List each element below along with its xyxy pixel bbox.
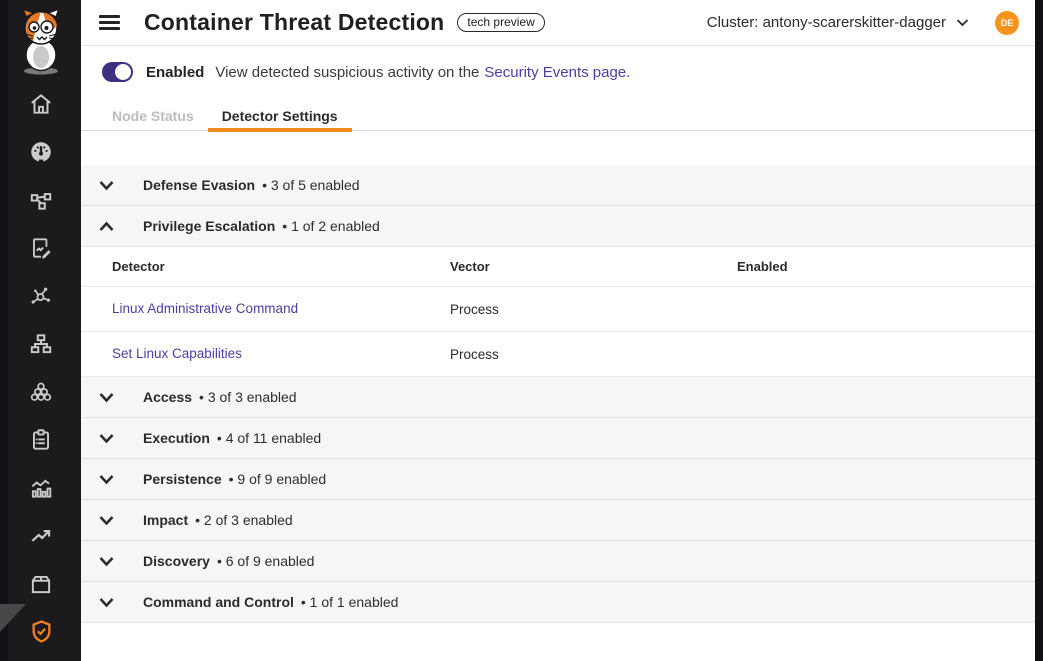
cat-logo-image [13,7,69,77]
page-title: Container Threat Detection [144,9,444,36]
column-header-detector: Detector [81,259,450,274]
vector-value: Process [450,347,737,362]
table-row: Linux Administrative Command Process [81,287,1035,332]
section-command-and-control[interactable]: Command and Control • 1 of 1 enabled [81,582,1035,623]
section-title: Persistence [143,471,222,487]
tab-detector-settings[interactable]: Detector Settings [208,100,352,131]
chevron-down-icon [98,391,115,404]
toggle-knob [739,311,754,326]
chevron-down-icon [956,18,969,27]
trending-up-icon [28,523,54,549]
enabled-row: Enabled View detected suspicious activit… [102,62,630,82]
detector-accordion: Defense Evasion • 3 of 5 enabled Privile… [81,165,1035,623]
section-title: Impact [143,512,188,528]
section-execution[interactable]: Execution • 4 of 11 enabled [81,418,1035,459]
analytics-icon [28,475,54,501]
enabled-label: Enabled [146,64,204,81]
column-header-enabled: Enabled [737,259,1035,274]
chevron-down-icon [98,473,115,486]
column-header-vector: Vector [450,259,737,274]
tech-preview-badge: tech preview [457,13,544,32]
home-icon [28,91,54,117]
top-header: Container Threat Detection tech preview … [81,0,1035,46]
header-right: Cluster: antony-scarerskitter-dagger DE [707,11,1019,35]
section-summary: • 9 of 9 enabled [229,471,327,487]
section-privilege-escalation[interactable]: Privilege Escalation • 1 of 2 enabled [81,206,1035,247]
section-defense-evasion[interactable]: Defense Evasion • 3 of 5 enabled [81,165,1035,206]
vector-value: Process [450,302,737,317]
section-discovery[interactable]: Discovery • 6 of 9 enabled [81,541,1035,582]
detector-link-set-linux-capabilities[interactable]: Set Linux Capabilities [112,346,242,361]
security-events-link[interactable]: Security Events page. [484,64,630,81]
gauge-icon [28,139,54,165]
cluster-selector[interactable]: Cluster: antony-scarerskitter-dagger [707,14,969,31]
chevron-down-icon [98,514,115,527]
chevron-down-icon [98,555,115,568]
detector-table-header: Detector Vector Enabled [81,247,1035,287]
sidebar-item-stacked-circles[interactable] [21,372,61,412]
chevron-up-icon [98,220,115,233]
tab-bar: Node Status Detector Settings [81,100,1035,131]
sidebar-item-sitemap[interactable] [21,324,61,364]
section-summary: • 3 of 5 enabled [262,177,360,193]
tab-node-status[interactable]: Node Status [98,100,208,131]
section-title: Privilege Escalation [143,218,275,234]
section-impact[interactable]: Impact • 2 of 3 enabled [81,500,1035,541]
hamburger-icon [99,15,120,18]
chevron-down-icon [98,179,115,192]
sidebar-item-node-graph[interactable] [21,180,61,220]
section-title: Discovery [143,553,210,569]
menu-button[interactable] [99,15,120,30]
shield-check-icon [28,618,55,645]
section-title: Command and Control [143,594,294,610]
section-title: Execution [143,430,210,446]
left-edge-strip [0,0,8,661]
cluster-selector-label: Cluster: antony-scarerskitter-dagger [707,14,946,31]
sidebar-item-home[interactable] [21,84,61,124]
stacked-circles-icon [28,379,54,405]
section-title: Access [143,389,192,405]
section-summary: • 2 of 3 enabled [195,512,293,528]
avatar[interactable]: DE [995,11,1019,35]
toggle-knob [115,64,131,80]
main-content: Enabled View detected suspicious activit… [81,46,1035,661]
molecule-icon [28,283,54,309]
right-edge-strip [1035,0,1043,661]
sidebar-item-package[interactable] [21,564,61,604]
chevron-down-icon [98,432,115,445]
section-summary: • 3 of 3 enabled [199,389,297,405]
detection-enabled-toggle[interactable] [102,62,133,82]
section-access[interactable]: Access • 3 of 3 enabled [81,377,1035,418]
sidebar-item-trending-up[interactable] [21,516,61,556]
detector-table: Detector Vector Enabled Linux Administra… [81,247,1035,377]
app-window: Container Threat Detection tech preview … [0,0,1043,661]
sidebar-item-analytics[interactable] [21,468,61,508]
section-summary: • 6 of 9 enabled [217,553,315,569]
sidebar-item-security[interactable] [21,611,61,651]
package-icon [28,571,54,597]
sitemap-icon [28,331,54,357]
sidebar-item-clipboard[interactable] [21,420,61,460]
section-summary: • 1 of 2 enabled [282,218,380,234]
chevron-down-icon [98,596,115,609]
toggle-knob [749,356,764,371]
cat-mascot-logo[interactable] [13,7,69,77]
sidebar-item-molecule[interactable] [21,276,61,316]
sidebar-item-gauge[interactable] [21,132,61,172]
clipboard-icon [28,427,54,453]
section-summary: • 1 of 1 enabled [301,594,399,610]
section-summary: • 4 of 11 enabled [217,430,321,446]
sidebar-item-report-edit[interactable] [21,228,61,268]
detector-link-linux-administrative-command[interactable]: Linux Administrative Command [112,301,298,316]
sidebar [0,0,81,661]
report-edit-icon [28,235,54,261]
table-row: Set Linux Capabilities Process [81,332,1035,377]
section-persistence[interactable]: Persistence • 9 of 9 enabled [81,459,1035,500]
enabled-description: View detected suspicious activity on the [215,64,479,81]
node-graph-icon [28,187,54,213]
section-title: Defense Evasion [143,177,255,193]
